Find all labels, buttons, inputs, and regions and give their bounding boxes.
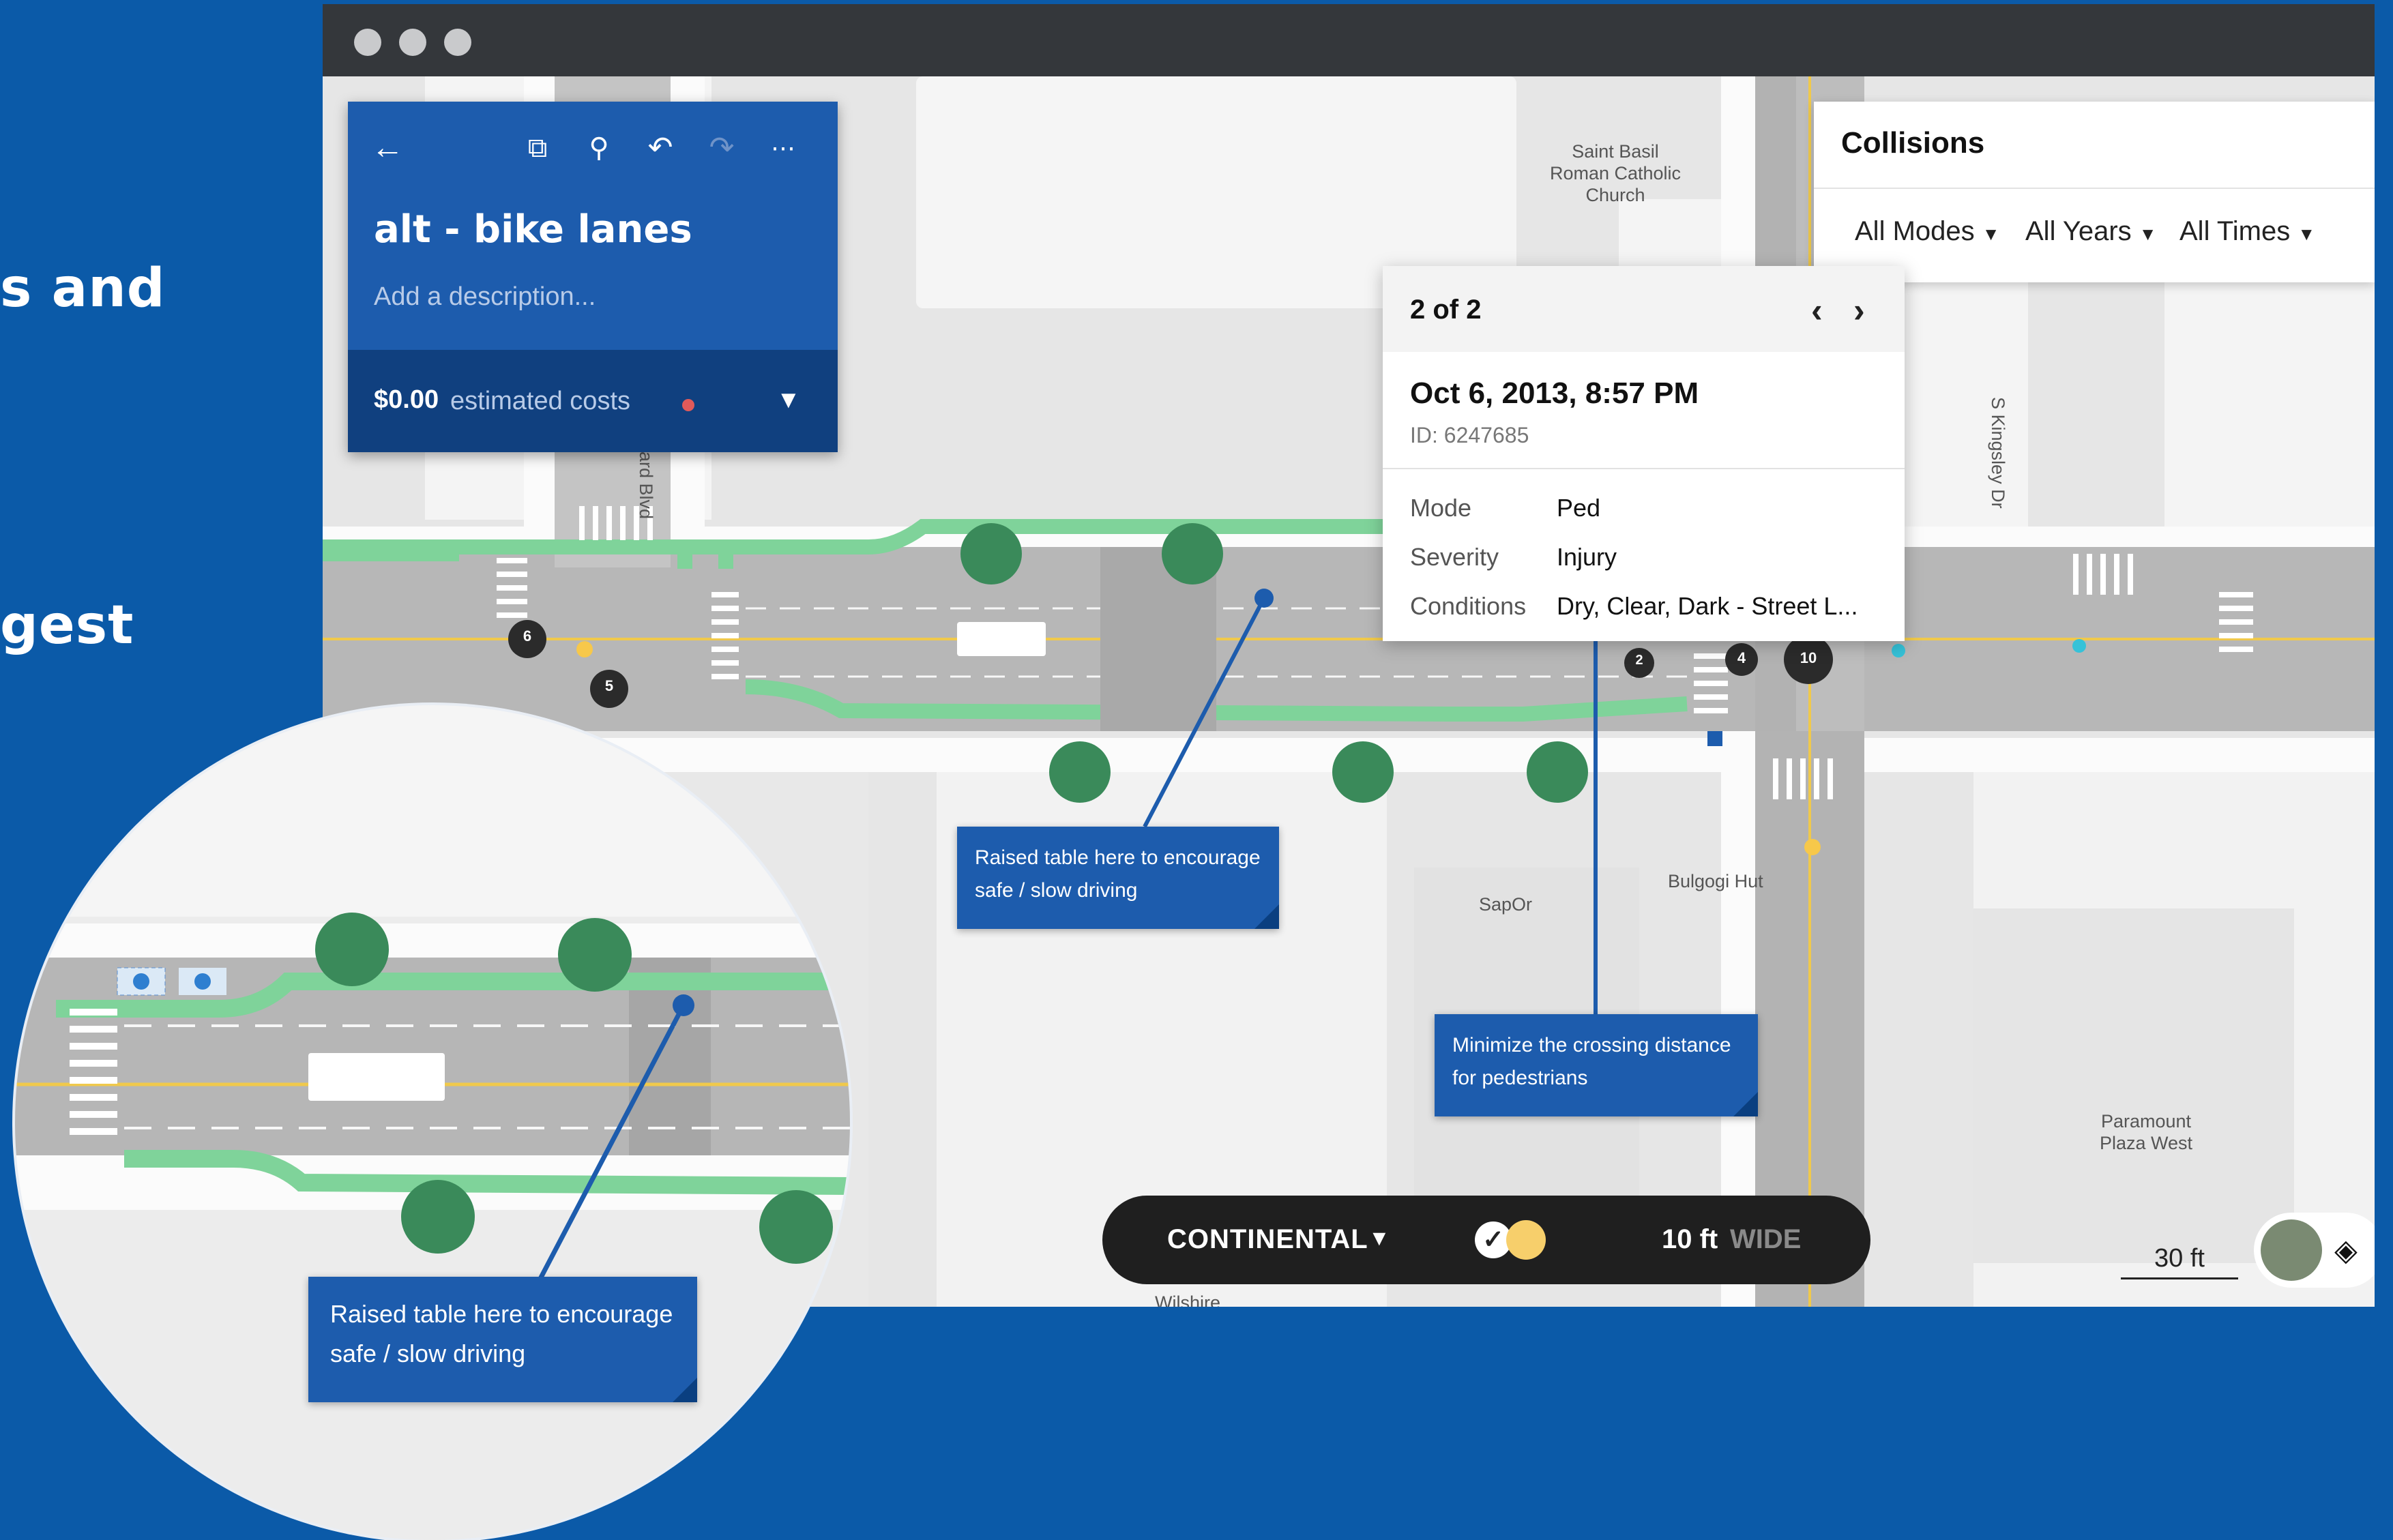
- status-dot: [682, 399, 694, 411]
- note-raised-table-text: Raised table here to encourage safe / sl…: [975, 846, 1261, 902]
- map-label-paramount: Paramount Plaza West: [2099, 1111, 2193, 1153]
- redo-icon[interactable]: ↷: [701, 128, 742, 168]
- filter-modes-dropdown[interactable]: All Modes ▼: [1855, 216, 1999, 247]
- cost-value: $0.00: [374, 385, 439, 414]
- detail-key-mode: Mode: [1410, 494, 1472, 522]
- note-crossing-text: Minimize the crossing distance for pedes…: [1452, 1034, 1731, 1089]
- detail-value-mode: Ped: [1557, 494, 1601, 522]
- map-label-kingsley: S Kingsley Dr: [1988, 397, 2008, 509]
- collision-id: ID: 6247685: [1410, 423, 1529, 447]
- note-crossing-distance[interactable]: Minimize the crossing distance for pedes…: [1435, 1014, 1758, 1116]
- chevron-down-icon[interactable]: ▼: [1368, 1226, 1390, 1251]
- project-panel: ← ⧉ ⚲ ↶ ↷ ⋯ alt - bike lanes Add a descr…: [348, 102, 838, 452]
- cost-label: estimated costs: [450, 387, 630, 415]
- undo-icon[interactable]: ↶: [640, 128, 681, 168]
- window-titlebar: [323, 4, 2375, 76]
- duplicate-icon[interactable]: ⧉: [517, 128, 558, 168]
- detail-key-severity: Severity: [1410, 543, 1499, 571]
- divider: [1383, 468, 1905, 469]
- crosswalk-width-unit: WIDE: [1730, 1224, 1802, 1254]
- filter-times-label: All Times: [2179, 216, 2291, 246]
- chevron-right-icon[interactable]: ›: [1853, 291, 1865, 330]
- collision-marker-selected[interactable]: 2: [1624, 653, 1654, 668]
- chevron-down-icon[interactable]: ▼: [776, 385, 801, 414]
- search-icon[interactable]: ⚲: [578, 128, 619, 168]
- collision-date: Oct 6, 2013, 8:57 PM: [1410, 376, 1699, 410]
- map-label-church: Saint Basil Roman Catholic Church: [1549, 141, 1682, 205]
- filter-modes-label: All Modes: [1855, 216, 1975, 246]
- chevron-down-icon: ▼: [2139, 224, 2157, 244]
- chevron-down-icon: ▼: [1982, 224, 2000, 244]
- crosswalk-width-value[interactable]: 10 ft: [1662, 1224, 1718, 1255]
- yellow-color-swatch[interactable]: [1506, 1220, 1546, 1260]
- collisions-panel: Collisions All Modes ▼ All Years ▼ All T…: [1814, 102, 2375, 282]
- background-text-line-2: gest: [0, 595, 134, 656]
- filter-years-dropdown[interactable]: All Years ▼: [2025, 216, 2157, 247]
- collision-marker[interactable]: 10: [1784, 649, 1833, 667]
- note-resize-corner[interactable]: [1254, 904, 1279, 929]
- more-icon[interactable]: ⋯: [763, 128, 804, 168]
- detail-key-conditions: Conditions: [1410, 592, 1527, 620]
- magnified-note-raised-table[interactable]: Raised table here to encourage safe / sl…: [308, 1277, 697, 1402]
- collisions-title: Collisions: [1841, 126, 1985, 160]
- filter-times-dropdown[interactable]: All Times ▼: [2179, 216, 2315, 247]
- divider: [1814, 188, 2375, 189]
- collision-marker[interactable]: 4: [1725, 649, 1758, 667]
- magnified-map-drawing: [15, 705, 850, 1540]
- window-maximize-button[interactable]: [444, 29, 471, 56]
- collision-popup: 2 of 2 ‹ › Oct 6, 2013, 8:57 PM ID: 6247…: [1383, 266, 1905, 641]
- map-label-blvd: ard Blvd: [636, 451, 656, 520]
- popup-count: 2 of 2: [1410, 295, 1482, 325]
- map-scale: 30 ft: [2121, 1244, 2238, 1279]
- chevron-down-icon: ▼: [2297, 224, 2316, 244]
- note-raised-table[interactable]: Raised table here to encourage safe / sl…: [957, 827, 1279, 929]
- popup-header: 2 of 2 ‹ ›: [1383, 266, 1905, 352]
- window-close-button[interactable]: [354, 29, 381, 56]
- project-title[interactable]: alt - bike lanes: [374, 207, 692, 252]
- detail-value-severity: Injury: [1557, 543, 1617, 571]
- detail-value-conditions: Dry, Clear, Dark - Street L...: [1557, 592, 1858, 620]
- background-text-line-1: s and: [0, 258, 166, 319]
- layers-icon[interactable]: ◈: [2334, 1233, 2358, 1268]
- collision-marker[interactable]: 6: [508, 627, 546, 645]
- map-label-bulgogi: Bulgogi Hut: [1668, 871, 1763, 891]
- crosswalk-toolbar: CONTINENTAL ▼ ✓ 10 ft WIDE: [1102, 1196, 1870, 1284]
- magnifier-zoom-view: Raised table here to encourage safe / sl…: [15, 705, 850, 1540]
- chevron-left-icon[interactable]: ‹: [1811, 291, 1823, 330]
- window-minimize-button[interactable]: [399, 29, 426, 56]
- satellite-thumbnail[interactable]: [2261, 1219, 2322, 1281]
- map-label-wilshire: Wilshire: [1155, 1292, 1221, 1307]
- crosswalk-type-dropdown[interactable]: CONTINENTAL: [1167, 1224, 1368, 1255]
- map-label-sapor: SapOr: [1479, 894, 1533, 915]
- project-description-field[interactable]: Add a description...: [374, 282, 596, 312]
- arrow-left-icon[interactable]: ←: [367, 128, 408, 168]
- cost-summary[interactable]: $0.00 estimated costs ▼: [348, 350, 838, 452]
- collision-marker[interactable]: 5: [590, 677, 628, 695]
- project-toolbar: ← ⧉ ⚲ ↶ ↷ ⋯: [367, 128, 817, 168]
- note-resize-corner[interactable]: [1733, 1092, 1758, 1116]
- magnified-note-text: Raised table here to encourage safe / sl…: [330, 1300, 673, 1367]
- basemap-toggle[interactable]: ◈: [2254, 1213, 2375, 1288]
- filter-years-label: All Years: [2025, 216, 2132, 246]
- note-resize-corner[interactable]: [673, 1378, 697, 1402]
